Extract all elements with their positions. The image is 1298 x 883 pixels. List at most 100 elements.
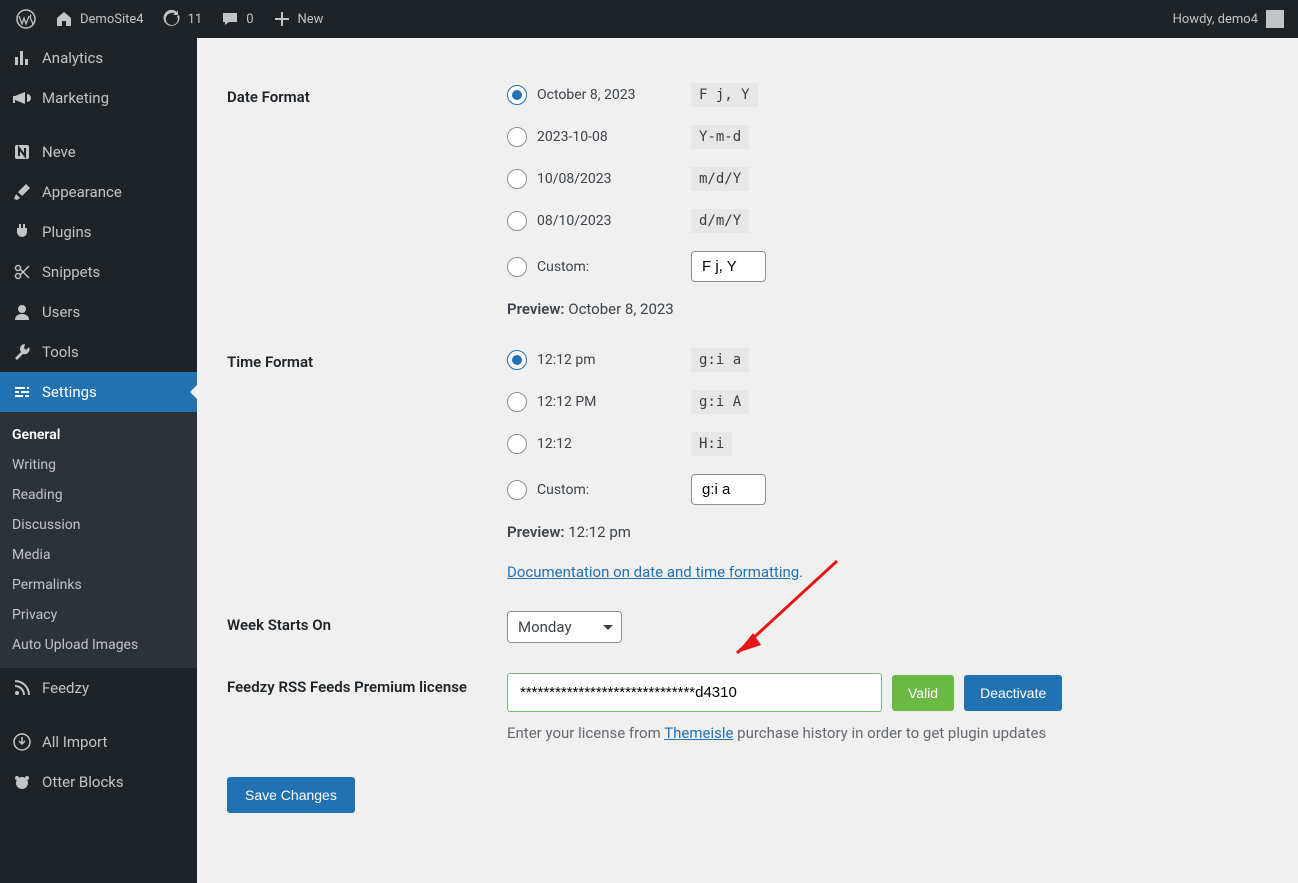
settings-submenu: General Writing Reading Discussion Media… — [0, 412, 197, 668]
date-opt-code: m/d/Y — [691, 167, 749, 191]
sliders-icon — [12, 382, 32, 402]
date-custom-input[interactable] — [691, 251, 766, 282]
time-preview-value: 12:12 pm — [568, 523, 631, 541]
admin-sidebar: Analytics Marketing Neve Appearance Plug… — [0, 38, 197, 883]
sidebar-label: Otter Blocks — [42, 773, 124, 791]
date-radio-2[interactable] — [507, 127, 527, 147]
time-custom-input[interactable] — [691, 474, 766, 505]
wrench-icon — [12, 342, 32, 362]
date-opt-2[interactable]: 2023-10-08 — [507, 127, 677, 147]
time-opt-2[interactable]: 12:12 PM — [507, 392, 677, 412]
time-opt-code: g:i A — [691, 390, 749, 414]
time-custom-label: Custom: — [537, 482, 677, 498]
submenu-writing[interactable]: Writing — [0, 450, 197, 480]
save-button[interactable]: Save Changes — [227, 777, 355, 813]
date-radio-1[interactable] — [507, 85, 527, 105]
date-opt-3[interactable]: 10/08/2023 — [507, 169, 677, 189]
sidebar-label: Analytics — [42, 49, 103, 67]
sidebar-item-settings[interactable]: Settings — [0, 372, 197, 412]
sidebar-item-analytics[interactable]: Analytics — [0, 38, 197, 78]
time-opt-code: H:i — [691, 432, 732, 456]
sidebar-item-otter[interactable]: Otter Blocks — [0, 762, 197, 802]
license-desc: Enter your license from Themeisle purcha… — [507, 724, 1258, 742]
time-radio-2[interactable] — [507, 392, 527, 412]
sidebar-item-feedzy[interactable]: Feedzy — [0, 668, 197, 708]
time-opt-1[interactable]: 12:12 pm — [507, 350, 677, 370]
topbar-site[interactable]: DemoSite4 — [46, 0, 152, 38]
date-radio-3[interactable] — [507, 169, 527, 189]
submenu-permalinks[interactable]: Permalinks — [0, 570, 197, 600]
time-opt-code: g:i a — [691, 348, 749, 372]
time-radio-custom[interactable] — [507, 480, 527, 500]
date-radio-4[interactable] — [507, 211, 527, 231]
deactivate-button[interactable]: Deactivate — [964, 675, 1062, 711]
neve-icon — [12, 142, 32, 162]
date-format-heading: Date Format — [227, 68, 497, 333]
submenu-discussion[interactable]: Discussion — [0, 510, 197, 540]
scissors-icon — [12, 262, 32, 282]
sidebar-item-tools[interactable]: Tools — [0, 332, 197, 372]
sidebar-item-appearance[interactable]: Appearance — [0, 172, 197, 212]
plus-icon — [272, 9, 292, 29]
time-preview-label: Preview: — [507, 523, 565, 541]
sidebar-label: Appearance — [42, 183, 122, 201]
sidebar-label: Feedzy — [42, 679, 89, 697]
sidebar-label: Users — [42, 303, 80, 321]
sidebar-label: Snippets — [42, 263, 100, 281]
sidebar-item-marketing[interactable]: Marketing — [0, 78, 197, 118]
sidebar-label: Settings — [42, 383, 97, 401]
doc-link[interactable]: Documentation on date and time formattin… — [507, 563, 799, 581]
home-icon — [54, 9, 74, 29]
sidebar-label: Plugins — [42, 223, 91, 241]
time-opt-custom[interactable]: Custom: — [507, 480, 677, 500]
comments-count: 0 — [246, 12, 253, 27]
wordpress-icon — [16, 9, 36, 29]
updates-count: 11 — [188, 12, 203, 27]
time-opt-3[interactable]: 12:12 — [507, 434, 677, 454]
valid-button[interactable]: Valid — [892, 675, 954, 711]
week-select[interactable]: Monday — [507, 611, 622, 643]
date-opt-1[interactable]: October 8, 2023 — [507, 85, 677, 105]
date-radio-custom[interactable] — [507, 257, 527, 277]
chart-icon — [12, 48, 32, 68]
time-radio-1[interactable] — [507, 350, 527, 370]
submenu-privacy[interactable]: Privacy — [0, 600, 197, 630]
submenu-auto-upload[interactable]: Auto Upload Images — [0, 630, 197, 660]
sidebar-label: Tools — [42, 343, 79, 361]
submenu-media[interactable]: Media — [0, 540, 197, 570]
otter-icon — [12, 772, 32, 792]
week-heading: Week Starts On — [227, 596, 497, 658]
sidebar-item-allimport[interactable]: All Import — [0, 722, 197, 762]
sidebar-item-plugins[interactable]: Plugins — [0, 212, 197, 252]
site-name: DemoSite4 — [80, 12, 144, 27]
time-radio-3[interactable] — [507, 434, 527, 454]
plug-icon — [12, 222, 32, 242]
sidebar-item-snippets[interactable]: Snippets — [0, 252, 197, 292]
date-opt-code: d/m/Y — [691, 209, 749, 233]
sidebar-item-neve[interactable]: Neve — [0, 132, 197, 172]
megaphone-icon — [12, 88, 32, 108]
submenu-general[interactable]: General — [0, 420, 197, 450]
sidebar-item-users[interactable]: Users — [0, 292, 197, 332]
themeisle-link[interactable]: Themeisle — [664, 724, 733, 742]
date-opt-4[interactable]: 08/10/2023 — [507, 211, 677, 231]
date-custom-label: Custom: — [537, 259, 677, 275]
avatar — [1266, 10, 1284, 28]
user-icon — [12, 302, 32, 322]
date-opt-label: 08/10/2023 — [537, 213, 677, 229]
date-opt-label: 10/08/2023 — [537, 171, 677, 187]
sidebar-label: Neve — [42, 143, 76, 161]
comment-icon — [220, 9, 240, 29]
new-label: New — [298, 12, 324, 27]
license-input[interactable] — [507, 673, 882, 712]
admin-topbar: DemoSite4 11 0 New Howdy, demo4 — [0, 0, 1298, 38]
topbar-new[interactable]: New — [264, 0, 332, 38]
wp-logo[interactable] — [8, 0, 44, 38]
license-heading: Feedzy RSS Feeds Premium license — [227, 658, 497, 757]
time-opt-label: 12:12 — [537, 436, 677, 452]
date-opt-custom[interactable]: Custom: — [507, 257, 677, 277]
topbar-updates[interactable]: 11 — [154, 0, 211, 38]
topbar-comments[interactable]: 0 — [212, 0, 261, 38]
topbar-account[interactable]: Howdy, demo4 — [1173, 10, 1290, 28]
submenu-reading[interactable]: Reading — [0, 480, 197, 510]
